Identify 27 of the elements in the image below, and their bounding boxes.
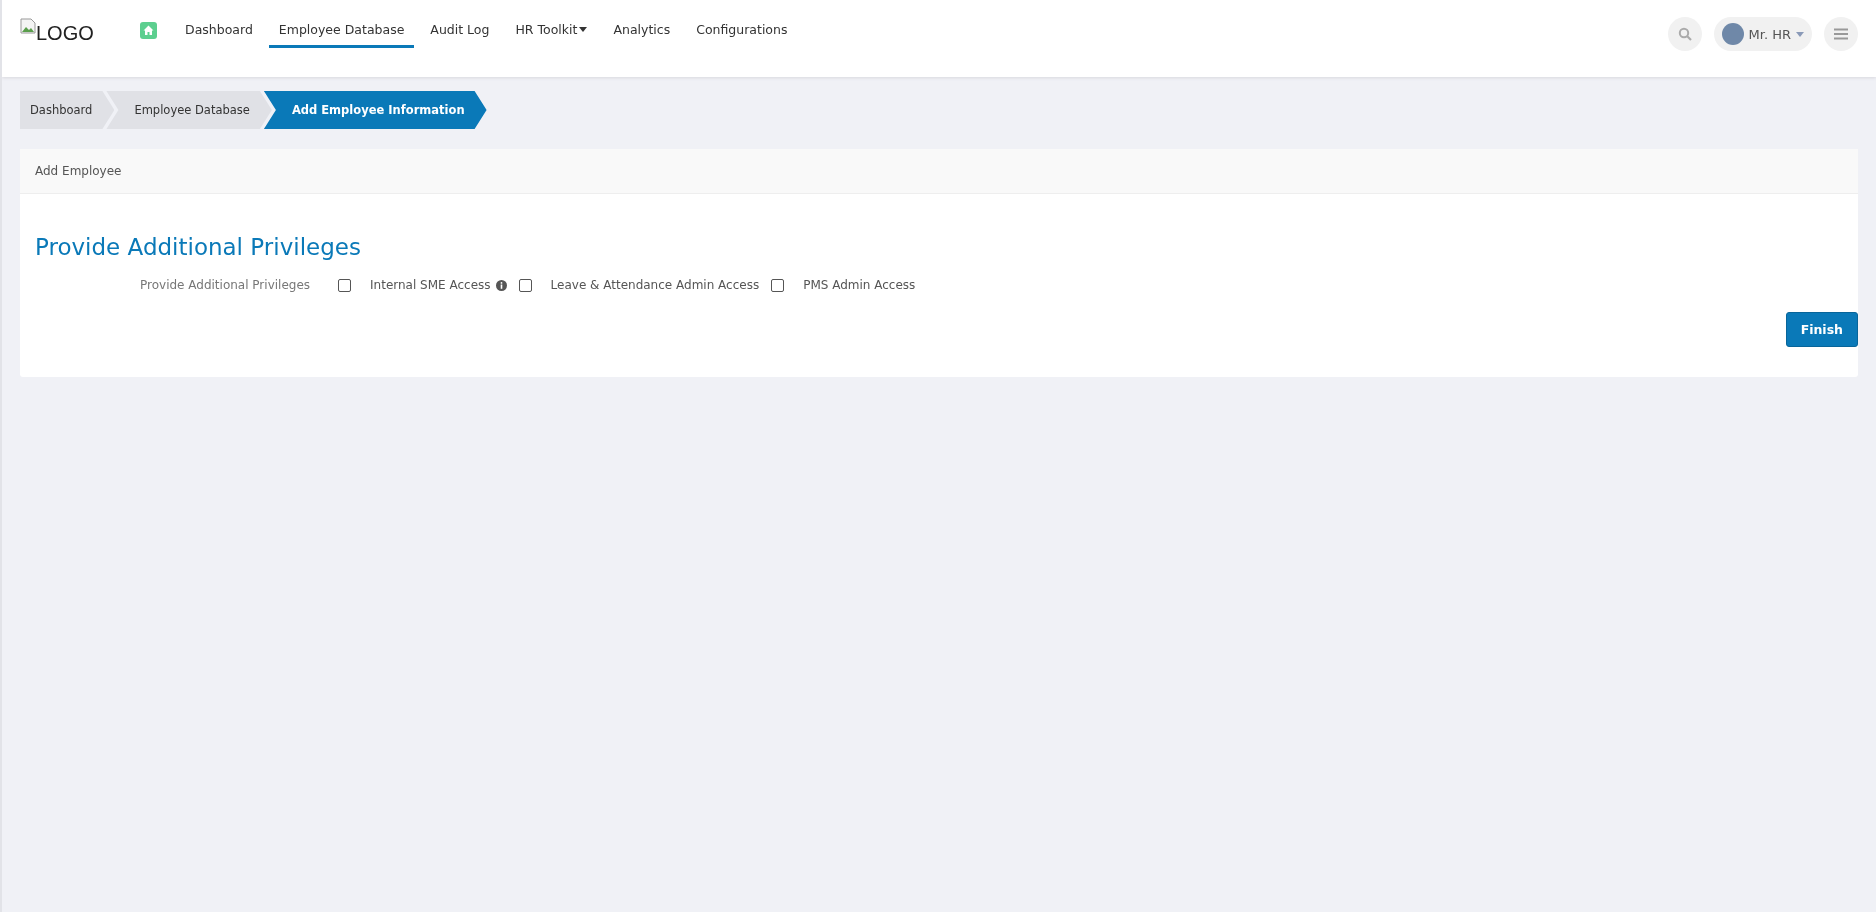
- menu-icon: [1834, 28, 1848, 40]
- checkbox-label: PMS Admin Access: [803, 278, 916, 292]
- caret-icon: [1796, 31, 1804, 37]
- section-title: Provide Additional Privileges: [35, 234, 362, 260]
- menu-button[interactable]: [1824, 17, 1858, 51]
- nav-link[interactable]: Analytics: [603, 20, 681, 48]
- breadcrumb-link[interactable]: Add Employee Information: [263, 91, 487, 129]
- nav-link[interactable]: Employee Database: [268, 20, 415, 48]
- checkbox-label: Internal SME Access: [370, 278, 491, 292]
- nav-link[interactable]: Configurations: [686, 20, 798, 48]
- broken-image-icon: [20, 18, 36, 34]
- checkbox-label: Leave & Attendance Admin Access: [550, 278, 760, 292]
- nav-link[interactable]: Dashboard: [175, 20, 263, 48]
- field-label: Provide Additional Privileges: [140, 278, 311, 292]
- avatar-placeholder: [1721, 23, 1744, 45]
- logo-text: LOGO: [36, 22, 94, 45]
- checkbox[interactable]: [338, 278, 352, 292]
- finish-button[interactable]: Finish: [1785, 312, 1858, 347]
- user-menu-button[interactable]: Mr. HR: [1713, 17, 1812, 51]
- card-title: Add Employee: [35, 164, 122, 178]
- checkbox[interactable]: [771, 278, 785, 292]
- checkbox[interactable]: [518, 278, 532, 292]
- search-icon: [1677, 27, 1692, 41]
- breadcrumb-link[interactable]: Dashboard: [20, 91, 115, 129]
- breadcrumb-link[interactable]: Employee Database: [106, 91, 272, 129]
- nav-link[interactable]: Audit Log: [420, 20, 500, 48]
- nav-link[interactable]: HR Toolkit: [505, 20, 598, 48]
